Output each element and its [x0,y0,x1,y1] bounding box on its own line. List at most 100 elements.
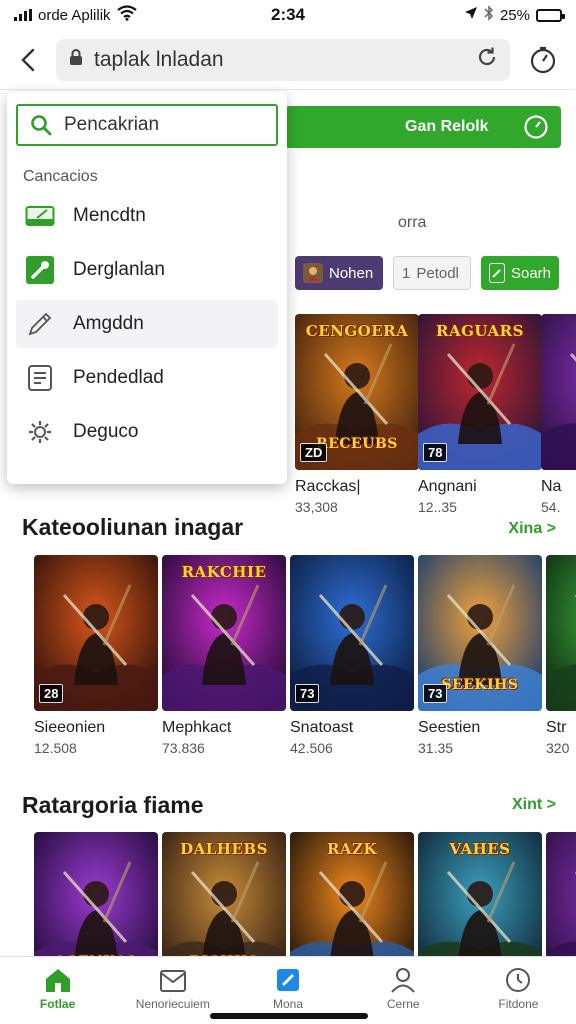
game-card[interactable]: RAGUARS 78 Angnani 12..35 [418,314,542,515]
menu-item-label: Derglanlan [73,259,165,280]
nav-label: Fotlae [39,997,76,1011]
download-count: 12..35 [418,499,457,515]
game-cover[interactable] [546,555,576,711]
game-cover[interactable] [546,832,576,956]
gear-icon [25,417,55,447]
wifi-icon [116,5,137,25]
game-cover[interactable]: VAHES [418,832,542,956]
status-left: orde Aplilik [14,5,137,25]
game-card[interactable]: VAHES [418,832,542,956]
menu-heading: Cancacios [23,168,98,185]
avatar-icon [303,263,323,283]
filter-chip-soarh[interactable]: Soarh [481,256,559,290]
tool-icon [25,255,55,285]
menu-search-placeholder: Pencakrian [64,114,160,135]
game-title: Snatoast [290,719,414,737]
section-more-link[interactable]: Xina > [508,520,556,538]
menu-item-label: Pendedlad [73,367,164,388]
nav-label: Fitdone [498,997,539,1011]
reload-icon[interactable] [476,46,498,74]
nav-label: Nenoriecuiem [135,997,210,1011]
game-card[interactable] [546,832,576,956]
game-cover[interactable]: RAGUARS 78 [418,314,542,470]
game-card[interactable]: Na 54. [541,314,576,515]
game-card[interactable]: SEEKIHS 73 Seestien 31.35 [418,555,542,756]
game-title-text: Snatoast [290,719,354,736]
game-title-text: Sieeonien [34,719,106,736]
game-cover[interactable]: 28 [34,555,158,711]
chevron-left-icon [21,48,35,71]
age-rating-badge: 28 [39,684,64,703]
cover-title: RAGUARS [436,322,524,340]
game-card[interactable]: DALHEBSRICHHS [162,832,286,956]
game-title: Sieeonien [34,719,158,737]
menu-item-label: Amgddn [73,313,144,334]
search-icon [31,115,52,136]
game-cover[interactable]: CENGOERA RECEUBS ZD [295,314,419,470]
cover-art [541,314,576,470]
edit-icon [277,969,299,991]
tool-icon [489,263,505,283]
cover-art [546,555,576,711]
card-icon [25,201,55,231]
lock-icon [68,48,84,72]
game-title: Seestien [418,719,542,737]
game-card[interactable]: RAZK [290,832,414,956]
game-cover[interactable]: RAZK [290,832,414,956]
game-title-text: Str [546,719,567,736]
filter-chip-label: Soarh [510,264,551,282]
game-cover[interactable]: SEEKIHS 73 [418,555,542,711]
filter-chip-label: Petodl [416,264,459,282]
status-right: 25% [464,5,565,25]
timer-icon [506,968,531,992]
game-cover[interactable]: DALHEBSRICHHS [162,832,286,956]
inbox-icon [159,970,186,992]
promo-bar[interactable]: Gan Relolk [285,106,561,148]
cover-art [546,832,576,956]
download-count: 42.506 [290,740,333,756]
game-title-text: Mephkact [162,719,232,736]
game-card[interactable]: AGENKAS [34,832,158,956]
menu-item-mencdtn[interactable]: Mencdtn [16,192,278,240]
game-card[interactable]: 28 Sieeonien 12.508 [34,555,158,756]
timer-button[interactable] [520,40,566,80]
filter-chip-nohen[interactable]: Nohen [295,256,383,290]
game-card[interactable]: Str 320 [546,555,576,756]
age-rating-badge: 73 [295,684,320,703]
menu-item-amgddn[interactable]: Amgddn [16,300,278,348]
game-cover[interactable] [541,314,576,470]
nav-label: Cerne [386,997,420,1011]
battery-percent: 25% [499,6,530,24]
game-cover[interactable]: RAKCHIE [162,555,286,711]
menu-item-deguco[interactable]: Deguco [16,408,278,456]
browser-toolbar: taplak lnladan [0,30,576,90]
back-button[interactable] [10,40,46,80]
game-cover[interactable]: 73 [290,555,414,711]
menu-item-derglanlan[interactable]: Derglanlan [16,246,278,294]
game-card[interactable]: RAKCHIE Mephkact 73.836 [162,555,286,756]
nav-home[interactable]: Fotlae [0,957,115,1024]
menu-item-label: Mencdtn [73,205,146,226]
carrier-label: orde Aplilik [38,6,111,24]
age-rating-badge: 78 [423,443,448,462]
menu-item-pendedlad[interactable]: Pendedlad [16,354,278,402]
address-bar[interactable]: taplak lnladan [56,38,510,81]
game-row-1: 28 Sieeonien 12.508 RAKCHIE Mephkact 73.836 73… [0,555,576,775]
filter-chip-petodl[interactable]: 1 Petodl [393,256,471,290]
cover-title: RAKCHIE [181,563,267,581]
download-count: 33,308 [295,499,338,515]
location-arrow-icon [464,6,478,24]
game-title: Mephkact [162,719,286,737]
nav-timer[interactable]: Fitdone [461,957,576,1024]
game-card[interactable]: 73 Snatoast 42.506 [290,555,414,756]
signal-icon [14,9,32,21]
game-card[interactable]: CENGOERA RECEUBS ZD Racckas| 33,308 [295,314,419,515]
section-more-link[interactable]: Xint > [512,796,556,814]
timer-icon [524,115,548,139]
filter-chip-prefix: 1 [402,264,411,282]
menu-search-input[interactable]: Pencakrian [16,104,278,146]
filter-chips: Nohen 1 Petodl Soarh [295,256,559,290]
game-title: Str [546,719,576,737]
game-cover[interactable]: AGENKAS [34,832,158,956]
download-count: 320 [546,740,570,756]
